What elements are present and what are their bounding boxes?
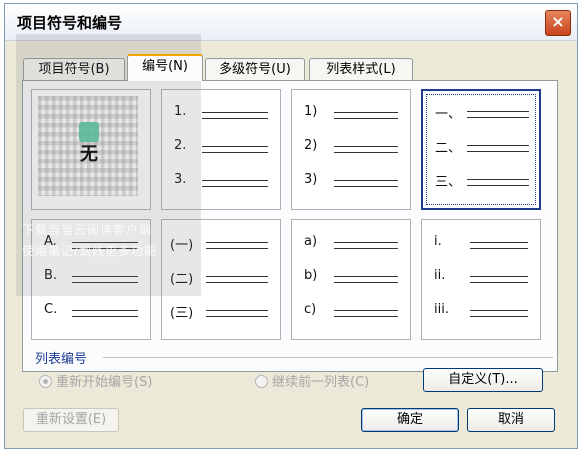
text-line	[470, 310, 528, 311]
none-label: 无	[80, 144, 98, 165]
numbering-option-none[interactable]: 无	[31, 89, 151, 210]
text-line	[470, 316, 528, 317]
text-line	[206, 310, 268, 311]
list-marker: 1.	[174, 104, 187, 119]
list-marker: iii.	[434, 302, 449, 317]
list-marker: 二、	[435, 141, 462, 156]
list-marker: c)	[304, 302, 317, 317]
text-line	[206, 276, 268, 277]
text-line	[334, 146, 398, 147]
list-marker: 3.	[174, 172, 187, 187]
text-line	[202, 146, 268, 147]
text-line	[334, 248, 398, 249]
text-line	[334, 112, 398, 113]
text-line	[334, 180, 398, 181]
numbering-option-arabic-dot[interactable]: 1. 2. 3.	[161, 89, 281, 210]
promo-text-line2: 使用笔记/划线更多功能	[22, 244, 158, 258]
list-marker: (三)	[170, 306, 194, 321]
cancel-button[interactable]: 取消	[467, 408, 555, 432]
bullets-numbering-dialog: 项目符号和编号 × 项目符号(B) 编号(N) 多级符号(U) 列表样式(L) …	[4, 3, 578, 449]
text-line	[334, 152, 398, 153]
list-marker: 三、	[435, 175, 462, 190]
text-line	[467, 179, 529, 180]
text-line	[334, 282, 398, 283]
text-line	[72, 282, 138, 283]
list-marker: 1)	[304, 104, 318, 119]
text-line	[470, 282, 528, 283]
text-line	[467, 185, 529, 186]
ok-button[interactable]: 确定	[361, 408, 459, 432]
text-line	[470, 242, 528, 243]
text-line	[72, 276, 138, 277]
numbering-option-lower-alpha[interactable]: a) b) c)	[291, 219, 411, 340]
text-line	[206, 316, 268, 317]
text-line	[202, 180, 268, 181]
list-marker: C.	[44, 302, 58, 317]
text-line	[202, 152, 268, 153]
list-marker: B.	[44, 268, 58, 283]
list-marker: (一)	[170, 238, 194, 253]
customize-button[interactable]: 自定义(T)...	[423, 368, 543, 392]
tab-list-styles[interactable]: 列表样式(L)	[309, 58, 413, 80]
restart-numbering-label: 重新开始编号(S)	[56, 375, 153, 390]
list-marker: ii.	[434, 268, 446, 283]
list-numbering-group-label: 列表编号	[35, 352, 88, 367]
list-marker: 3)	[304, 172, 318, 187]
tab-bullets[interactable]: 项目符号(B)	[23, 58, 125, 80]
tab-numbering[interactable]: 编号(N)	[127, 54, 203, 81]
list-marker: 2.	[174, 138, 187, 153]
close-icon: ×	[551, 12, 565, 31]
text-line	[206, 242, 268, 243]
text-line	[72, 310, 138, 311]
list-marker: a)	[304, 234, 318, 249]
text-line	[206, 282, 268, 283]
text-line	[202, 186, 268, 187]
text-line	[470, 248, 528, 249]
text-line	[334, 118, 398, 119]
text-line	[334, 316, 398, 317]
text-line	[334, 276, 398, 277]
list-marker: b)	[304, 268, 318, 283]
radio-unselected-icon	[255, 375, 268, 388]
list-marker: (二)	[170, 272, 194, 287]
text-line	[467, 151, 529, 152]
text-line	[334, 242, 398, 243]
list-marker: 2)	[304, 138, 318, 153]
title-bar: 项目符号和编号 ×	[5, 4, 577, 41]
continue-list-radio[interactable]: 继续前一列表(C)	[255, 371, 369, 390]
text-line	[334, 310, 398, 311]
reset-button[interactable]: 重新设置(E)	[23, 408, 119, 432]
text-line	[467, 111, 529, 112]
text-line	[467, 117, 529, 118]
continue-list-label: 继续前一列表(C)	[272, 375, 370, 390]
text-line	[334, 186, 398, 187]
promo-text-line1: 下载当当云阅读客户端	[22, 223, 153, 237]
text-line	[72, 316, 138, 317]
restart-numbering-radio[interactable]: 重新开始编号(S)	[39, 371, 152, 390]
numbering-option-chinese[interactable]: 一、 二、 三、	[421, 89, 541, 210]
qr-logo	[79, 122, 99, 142]
text-line	[202, 118, 268, 119]
list-marker: i.	[434, 234, 442, 249]
group-divider	[103, 357, 553, 358]
dialog-title: 项目符号和编号	[17, 14, 123, 32]
numbering-option-lower-roman[interactable]: i. ii. iii.	[421, 219, 541, 340]
numbering-option-arabic-paren[interactable]: 1) 2) 3)	[291, 89, 411, 210]
text-line	[470, 276, 528, 277]
numbering-option-chinese-paren[interactable]: (一) (二) (三)	[161, 219, 281, 340]
text-line	[467, 145, 529, 146]
radio-selected-icon	[39, 375, 52, 388]
text-line	[206, 248, 268, 249]
text-line	[202, 112, 268, 113]
tab-multilevel[interactable]: 多级符号(U)	[205, 58, 305, 80]
close-button[interactable]: ×	[545, 10, 571, 36]
list-marker: 一、	[435, 107, 462, 122]
